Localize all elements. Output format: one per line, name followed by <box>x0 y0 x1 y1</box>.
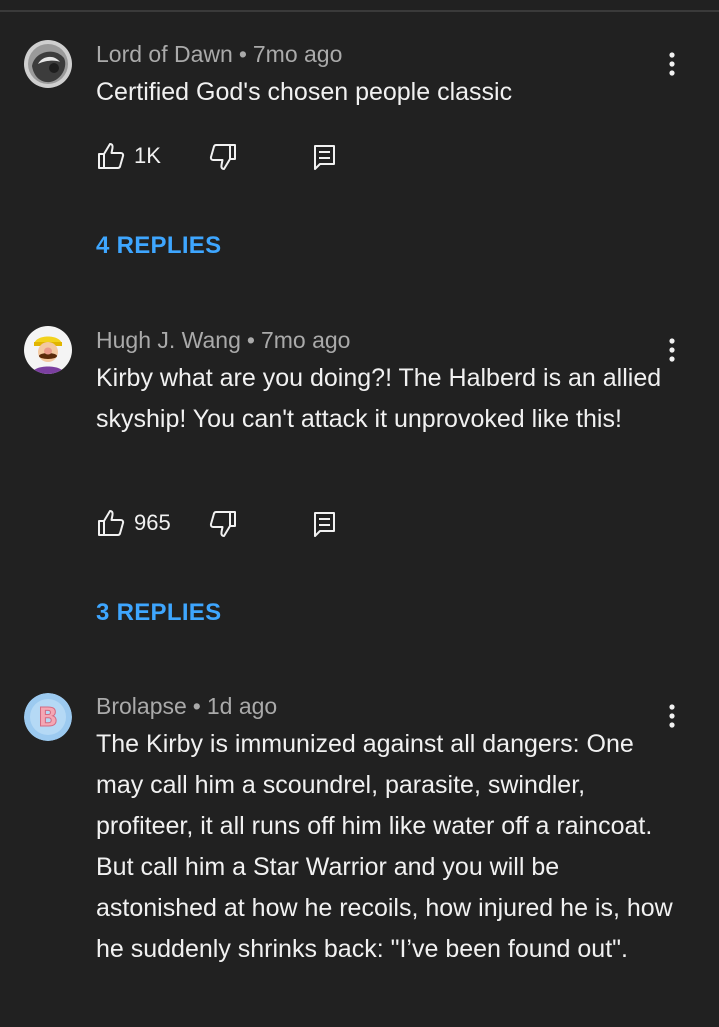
comment-text: Kirby what are you doing?! The Halberd i… <box>96 364 662 433</box>
meta-separator: • <box>246 327 255 353</box>
avatar[interactable] <box>24 40 72 88</box>
like-count: 965 <box>134 510 171 535</box>
avatar-letter: B <box>38 703 58 733</box>
comment-meta: Lord of Dawn • 7mo ago <box>96 40 342 68</box>
dislike-button[interactable] <box>208 142 238 177</box>
meta-separator: • <box>192 693 201 719</box>
thumbs-down-icon <box>209 511 236 537</box>
reply-comment-icon <box>314 145 335 170</box>
comment-text: Certified God's chosen people classic <box>96 78 513 106</box>
reply-comment-icon <box>314 512 335 537</box>
thumbs-up-icon <box>98 510 125 536</box>
thumbs-down-icon <box>209 144 236 170</box>
like-button[interactable]: 1K <box>96 140 161 172</box>
comment-meta: Hugh J. Wang • 7mo ago <box>96 326 350 354</box>
author-name[interactable]: Lord of Dawn <box>96 41 233 67</box>
view-replies-link[interactable]: 3 REPLIES <box>96 599 221 627</box>
like-count: 1K <box>134 143 161 168</box>
thumbs-up-icon <box>98 143 125 169</box>
comment-time: 7mo ago <box>260 327 351 353</box>
more-options-button[interactable] <box>660 698 684 734</box>
kebab-menu-icon <box>669 52 675 76</box>
reply-button[interactable] <box>312 142 338 177</box>
top-divider <box>0 10 719 12</box>
wario-avatar-icon <box>24 326 72 374</box>
author-name[interactable]: Hugh J. Wang <box>96 327 241 353</box>
grey-helmet-avatar-icon <box>24 40 72 88</box>
more-options-button[interactable] <box>660 46 684 82</box>
comment-time: 7mo ago <box>252 41 343 67</box>
meta-separator: • <box>238 41 247 67</box>
view-replies-link[interactable]: 4 REPLIES <box>96 232 221 260</box>
avatar[interactable] <box>24 326 72 374</box>
kebab-menu-icon <box>669 338 675 362</box>
more-options-button[interactable] <box>660 332 684 368</box>
comment-text: The Kirby is immunized against all dange… <box>96 730 673 963</box>
dislike-button[interactable] <box>208 509 238 544</box>
comment-meta: Brolapse • 1d ago <box>96 692 277 720</box>
author-name[interactable]: Brolapse <box>96 693 187 719</box>
comment-time: 1d ago <box>206 693 278 719</box>
kebab-menu-icon <box>669 704 675 728</box>
letter-b-avatar-icon: B <box>24 693 72 741</box>
reply-button[interactable] <box>312 509 338 544</box>
avatar[interactable]: B <box>24 693 72 741</box>
like-button[interactable]: 965 <box>96 507 171 539</box>
